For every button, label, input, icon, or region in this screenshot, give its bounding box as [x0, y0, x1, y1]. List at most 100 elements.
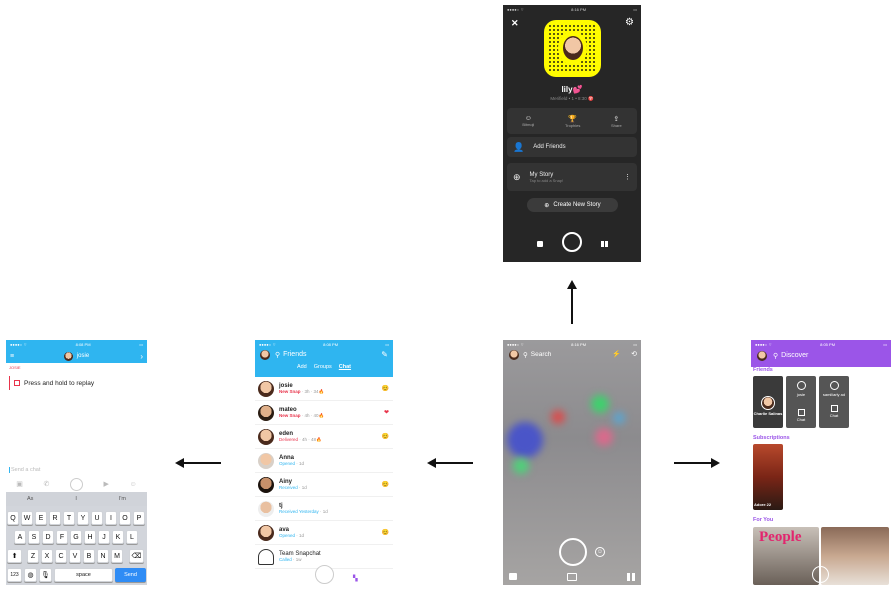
lens-icon[interactable]: ☺: [595, 547, 605, 557]
key-t[interactable]: T: [63, 511, 75, 525]
globe-key-icon[interactable]: ◍: [24, 568, 37, 582]
subscription-caption: Adore 22: [754, 502, 772, 507]
key-f[interactable]: F: [56, 530, 68, 544]
emoji-icon[interactable]: ☺: [129, 481, 136, 488]
profile-avatar[interactable]: [260, 350, 270, 360]
send-key[interactable]: Send: [115, 568, 146, 582]
memories-icon[interactable]: [567, 573, 577, 581]
for-you-card[interactable]: [821, 527, 889, 585]
microphone-key-icon[interactable]: 🎙: [39, 568, 52, 582]
settings-gear-icon[interactable]: ⚙: [625, 17, 634, 28]
my-story-row[interactable]: ⊕ My Story Tap to add a Snap! ⋮: [507, 163, 637, 191]
chevron-right-icon[interactable]: ›: [140, 352, 143, 361]
key-y[interactable]: Y: [77, 511, 89, 525]
key-v[interactable]: V: [69, 549, 81, 563]
key-o[interactable]: O: [119, 511, 131, 525]
friend-row[interactable]: josie New Snap · 3h · 34🔥 😊: [255, 377, 393, 401]
create-new-story-button[interactable]: ⊕ Create New Story: [527, 198, 618, 212]
suggestion[interactable]: I'm: [119, 496, 126, 502]
space-key[interactable]: space: [54, 568, 113, 582]
key-u[interactable]: U: [91, 511, 103, 525]
key-g[interactable]: G: [70, 530, 82, 544]
friend-meta: · 4h · 40🔥: [301, 412, 325, 418]
phone-icon[interactable]: ✆: [43, 480, 49, 488]
friend-row[interactable]: ava Opened · 1d 😊: [255, 521, 393, 545]
capture-button[interactable]: [812, 566, 829, 583]
key-n[interactable]: N: [97, 549, 109, 563]
friend-story-card[interactable]: Charlie Salinas: [753, 376, 783, 428]
stories-icon[interactable]: [627, 573, 635, 581]
friend-row[interactable]: mateo New Snap · 4h · 40🔥 ❤: [255, 401, 393, 425]
key-r[interactable]: R: [49, 511, 61, 525]
suggestion[interactable]: I: [75, 496, 77, 502]
add-friends-button[interactable]: 👤 Add Friends: [507, 137, 637, 157]
trophies-action[interactable]: 🏆 Trophies: [565, 115, 580, 128]
key-i[interactable]: I: [105, 511, 117, 525]
discover-icon[interactable]: ▚: [353, 575, 358, 582]
close-button[interactable]: ✕: [511, 18, 519, 29]
key-s[interactable]: S: [28, 530, 40, 544]
search-icon: ⚲: [773, 353, 779, 360]
memories-icon[interactable]: [537, 241, 543, 247]
friend-story-card[interactable]: josie Chat: [786, 376, 816, 428]
capture-button[interactable]: [315, 565, 334, 584]
key-d[interactable]: D: [42, 530, 54, 544]
suggestion[interactable]: As: [27, 496, 33, 502]
tab-groups[interactable]: Groups: [314, 364, 332, 370]
key-a[interactable]: A: [14, 530, 26, 544]
friend-row[interactable]: Ainy Received · 1d 😊: [255, 473, 393, 497]
friend-avatar: [258, 524, 274, 541]
key-j[interactable]: J: [98, 530, 110, 544]
shift-key-icon[interactable]: ⬆: [7, 549, 22, 563]
search-bar[interactable]: ⚲ Discover: [773, 352, 808, 360]
key-k[interactable]: K: [112, 530, 124, 544]
friend-story-card[interactable]: samiliarly ad Chat: [819, 376, 849, 428]
friend-row[interactable]: Anna Opened · 1d: [255, 449, 393, 473]
profile-avatar[interactable]: [757, 351, 767, 361]
chat-icon[interactable]: [509, 573, 517, 580]
search-bar[interactable]: ⚲ Search: [523, 351, 551, 359]
signal-indicator: ●●●●○ ⌔: [507, 6, 524, 12]
more-options-icon[interactable]: ⋮: [624, 173, 631, 181]
key-b[interactable]: B: [83, 549, 95, 563]
flip-camera-icon[interactable]: ⟲: [631, 350, 637, 358]
snap-message[interactable]: Press and hold to replay: [9, 376, 141, 390]
discover-icon[interactable]: [601, 241, 608, 247]
battery-icon: ▭: [883, 342, 887, 347]
key-x[interactable]: X: [41, 549, 53, 563]
capture-button[interactable]: [559, 538, 587, 566]
chat-input[interactable]: Send a chat: [9, 467, 40, 473]
tab-add[interactable]: Add: [297, 364, 307, 370]
friend-row[interactable]: eden Delivered · 4h · 48🔥 😊: [255, 425, 393, 449]
bitmoji-action[interactable]: ☺ Bitmoji: [522, 115, 534, 127]
flash-icon[interactable]: ⚡: [612, 350, 621, 358]
key-z[interactable]: Z: [27, 549, 39, 563]
capture-button[interactable]: [562, 232, 582, 252]
key-c[interactable]: C: [55, 549, 67, 563]
tab-chat[interactable]: Chat: [339, 364, 351, 370]
new-chat-icon[interactable]: ✎: [381, 350, 388, 359]
capture-button[interactable]: [69, 477, 83, 491]
key-w[interactable]: W: [21, 511, 33, 525]
bitmoji-icon: ☺: [524, 115, 532, 122]
menu-icon[interactable]: ≡: [10, 353, 14, 360]
memories-icon[interactable]: ▣: [16, 480, 23, 488]
for-you-card[interactable]: People: [753, 527, 819, 585]
friend-row[interactable]: tj Received Yesterday · 1d: [255, 497, 393, 521]
friend-status: Received Yesterday: [279, 509, 319, 514]
friend-status: Received: [279, 485, 298, 490]
video-icon[interactable]: ▶: [104, 480, 109, 488]
subscription-card[interactable]: Adore 22: [753, 444, 783, 510]
numbers-key[interactable]: 123: [7, 568, 22, 582]
search-bar[interactable]: ⚲ Friends: [275, 351, 306, 359]
backspace-key-icon[interactable]: ⌫: [129, 549, 144, 563]
snapcode[interactable]: [544, 20, 601, 77]
share-action[interactable]: ⇪ Share: [611, 115, 622, 128]
profile-avatar[interactable]: [509, 350, 519, 360]
key-q[interactable]: Q: [7, 511, 19, 525]
key-m[interactable]: M: [111, 549, 123, 563]
key-p[interactable]: P: [133, 511, 145, 525]
key-l[interactable]: L: [126, 530, 138, 544]
key-e[interactable]: E: [35, 511, 47, 525]
key-h[interactable]: H: [84, 530, 96, 544]
